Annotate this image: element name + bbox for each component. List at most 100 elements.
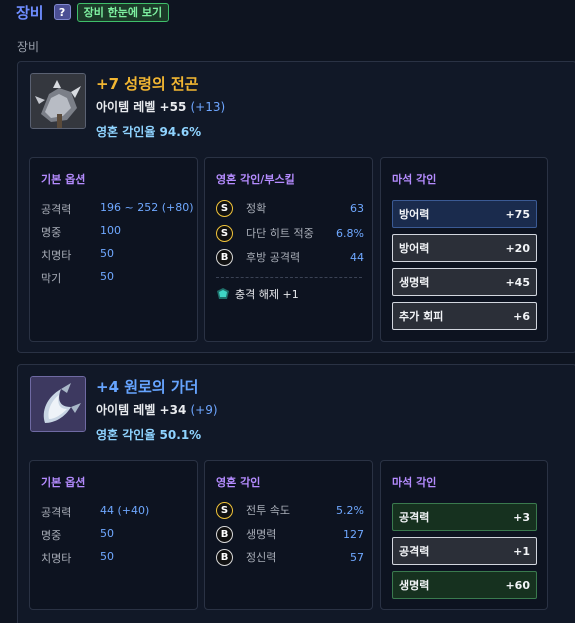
base-options-panel: 기본 옵션 공격력 44 (+40) 명중 50 치명타 50 [29, 460, 198, 610]
mark-label: 공격력 [399, 545, 430, 558]
mark-label: 공격력 [399, 511, 430, 524]
mace-icon[interactable] [30, 73, 86, 129]
option-label: 공격력 [41, 203, 72, 216]
item-level-label: 아이템 레벨 +34 [96, 403, 187, 417]
mark-label: 생명력 [399, 276, 430, 289]
mark-stat: 공격력 +3 [392, 503, 537, 531]
mark-engrave-panel: 마석 각인 공격력 +3 공격력 +1 생명력 +60 [380, 460, 548, 610]
engrave-row: S 정확 63 [216, 199, 364, 217]
shock-release-icon [217, 288, 229, 299]
equipment-card: +7 성령의 전곤 아이템 레벨 +55 (+13) 영혼 각인율 94.6% … [17, 61, 575, 353]
option-value: 44 (+40) [100, 504, 150, 517]
option-row: 명중 100 [41, 224, 121, 239]
option-row: 공격력 44 (+40) [41, 504, 150, 519]
equipment-card: +4 원로의 가더 아이템 레벨 +34 (+9) 영혼 각인율 50.1% 기… [17, 364, 575, 623]
soul-engrave-panel: 영혼 각인/부스킬 S 정확 63 S 다단 히트 적중 6.8% B 후방 공… [204, 157, 373, 342]
mark-engrave-panel: 마석 각인 방어력 +75 방어력 +20 생명력 +45 추가 회피 +6 [380, 157, 548, 342]
option-row: 명중 50 [41, 527, 114, 542]
grade-s-badge: S [216, 501, 233, 519]
engrave-name: 정신력 [246, 551, 277, 564]
mark-value: +60 [505, 578, 530, 592]
option-row: 치명타 50 [41, 550, 114, 565]
mark-value: +45 [505, 275, 530, 289]
mark-value: +3 [513, 510, 530, 524]
option-label: 명중 [41, 226, 62, 239]
panel-title: 영혼 각인/부스킬 [216, 173, 295, 186]
item-level-bonus: (+9) [190, 403, 218, 417]
option-value: 50 [100, 247, 114, 260]
panel-title: 마석 각인 [392, 476, 437, 489]
item-name: +4 원로의 가더 [96, 378, 199, 396]
mark-label: 생명력 [399, 579, 430, 592]
engrave-name: 다단 히트 적중 [246, 227, 314, 240]
grade-b-badge: B [216, 548, 233, 566]
set-effect-label: 충격 해제 [235, 288, 279, 301]
engrave-value: 6.8% [336, 226, 364, 240]
mark-stat: 생명력 +45 [392, 268, 537, 296]
option-value: 50 [100, 527, 114, 540]
engrave-value: 127 [343, 527, 364, 541]
set-effect-value: +1 [282, 287, 299, 301]
option-label: 치명타 [41, 552, 72, 565]
engrave-name: 정확 [246, 202, 267, 215]
engrave-value: 57 [350, 550, 364, 564]
option-value: 100 [100, 224, 121, 237]
guard-icon[interactable] [30, 376, 86, 432]
header-bar: 장비 ? 장비 한눈에 보기 [16, 2, 170, 22]
option-value: 50 [100, 550, 114, 563]
mark-stat: 방어력 +20 [392, 234, 537, 262]
mark-value: +6 [513, 309, 530, 323]
item-level: 아이템 레벨 +55 (+13) [96, 98, 225, 115]
engrave-row: S 전투 속도 5.2% [216, 501, 364, 519]
engrave-name: 전투 속도 [246, 504, 290, 517]
set-effect: 충격 해제 +1 [216, 286, 299, 302]
mark-label: 추가 회피 [399, 310, 444, 323]
base-options-panel: 기본 옵션 공격력 196 ~ 252 (+80) 명중 100 치명타 50 … [29, 157, 198, 342]
mark-stat: 추가 회피 +6 [392, 302, 537, 330]
mark-stat: 생명력 +60 [392, 571, 537, 599]
option-label: 공격력 [41, 506, 72, 519]
engrave-value: 5.2% [336, 503, 364, 517]
option-row: 막기 50 [41, 270, 114, 285]
item-level: 아이템 레벨 +34 (+9) [96, 401, 218, 418]
engrave-value: 63 [350, 201, 364, 215]
divider [216, 277, 362, 278]
panel-title: 기본 옵션 [41, 476, 86, 489]
panel-title: 기본 옵션 [41, 173, 86, 186]
engrave-row: B 정신력 57 [216, 548, 364, 566]
grade-b-badge: B [216, 525, 233, 543]
engrave-row: S 다단 히트 적중 6.8% [216, 224, 364, 242]
engrave-value: 44 [350, 250, 364, 264]
section-label: 장비 [17, 40, 40, 54]
option-label: 막기 [41, 272, 62, 285]
mark-label: 방어력 [399, 208, 430, 221]
soul-engrave-rate: 영혼 각인율 50.1% [96, 428, 202, 442]
soul-engrave-rate: 영혼 각인율 94.6% [96, 125, 202, 139]
option-value: 196 ~ 252 (+80) [100, 201, 194, 214]
help-button[interactable]: ? [53, 4, 71, 20]
mark-stat: 방어력 +75 [392, 200, 537, 228]
engrave-name: 생명력 [246, 528, 277, 541]
mark-value: +75 [505, 207, 530, 221]
option-label: 치명타 [41, 249, 72, 262]
engrave-row: B 후방 공격력 44 [216, 248, 364, 266]
option-row: 치명타 50 [41, 247, 114, 262]
mark-value: +1 [513, 544, 530, 558]
engrave-row: B 생명력 127 [216, 525, 364, 543]
engrave-name: 후방 공격력 [246, 251, 301, 264]
page-title: 장비 [16, 3, 44, 22]
grade-s-badge: S [216, 224, 233, 242]
option-label: 명중 [41, 529, 62, 542]
option-row: 공격력 196 ~ 252 (+80) [41, 201, 194, 216]
mark-stat: 공격력 +1 [392, 537, 537, 565]
grade-s-badge: S [216, 199, 233, 217]
item-name: +7 성령의 전곤 [96, 75, 199, 93]
panel-title: 영혼 각인 [216, 476, 261, 489]
item-level-label: 아이템 레벨 +55 [96, 100, 187, 114]
soul-engrave-panel: 영혼 각인 S 전투 속도 5.2% B 생명력 127 B 정신력 57 [204, 460, 373, 610]
grade-b-badge: B [216, 248, 233, 266]
panel-title: 마석 각인 [392, 173, 437, 186]
view-all-equipment-button[interactable]: 장비 한눈에 보기 [76, 2, 170, 22]
item-level-bonus: (+13) [190, 100, 226, 114]
option-value: 50 [100, 270, 114, 283]
